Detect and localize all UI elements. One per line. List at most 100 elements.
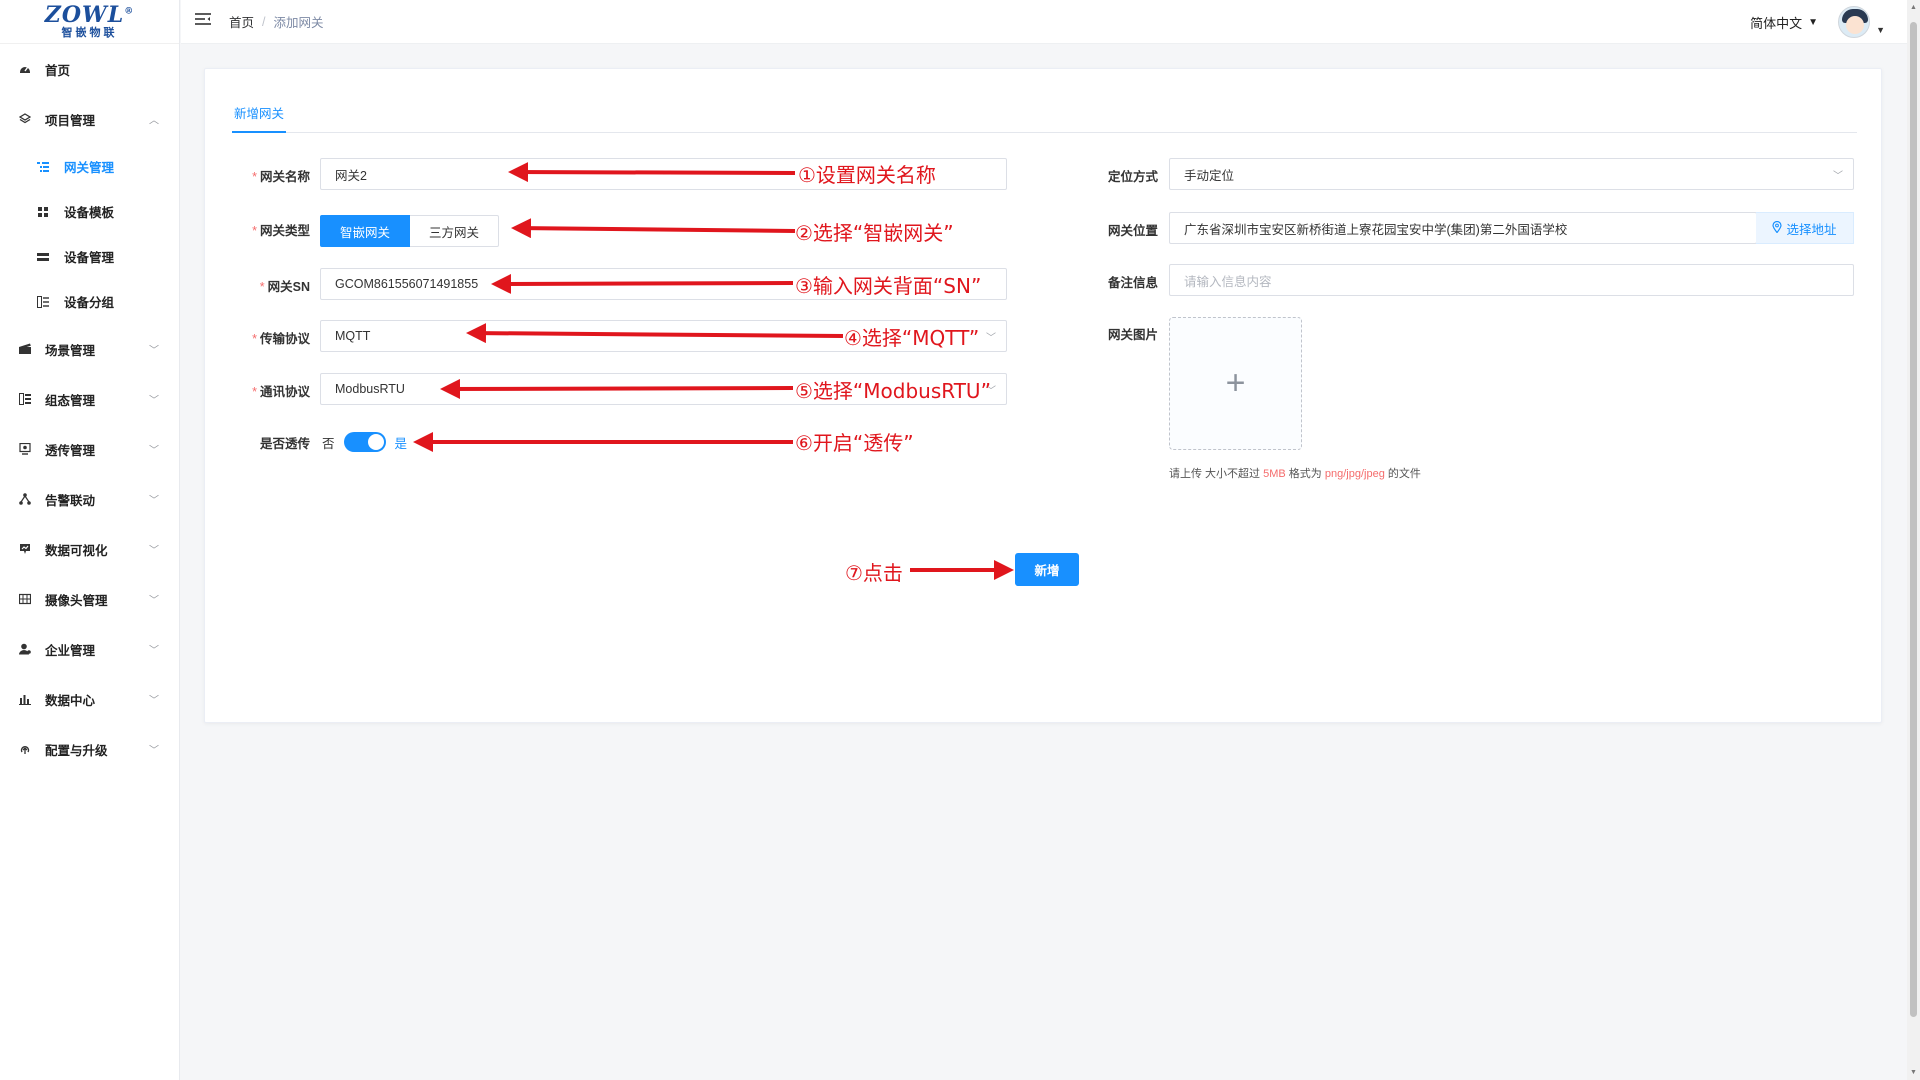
sidebar-item-device-group[interactable]: 设备分组: [0, 279, 179, 324]
image-upload-area[interactable]: +: [1169, 317, 1302, 450]
sidebar-item-label: 设备分组: [64, 296, 115, 310]
plus-icon: +: [1225, 364, 1246, 402]
upgrade-icon: [18, 743, 32, 755]
top-header: 首页 / 添加网关 简体中文 ▼ ▼: [181, 0, 1907, 44]
sidebar-item-config-upgrade[interactable]: 配置与升级 ﹀: [0, 724, 179, 774]
chevron-up-icon: ︿: [149, 115, 159, 127]
sidebar-item-home[interactable]: 首页: [0, 44, 179, 94]
scroll-down-icon[interactable]: ▼: [1910, 1069, 1917, 1076]
sidebar-item-label: 网关管理: [64, 161, 115, 175]
remark-input[interactable]: 请输入信息内容: [1169, 264, 1854, 296]
scene-icon: [18, 343, 32, 355]
transport-protocol-value: MQTT: [335, 329, 371, 343]
tab-add-gateway[interactable]: 新增网关: [232, 105, 287, 133]
sidebar-item-label: 摄像头管理: [45, 593, 108, 608]
company-icon: [18, 643, 32, 655]
gateway-type-zhiqian-button[interactable]: 智嵌网关: [320, 215, 411, 247]
gateway-name-label: * 网关名称: [240, 166, 310, 185]
app-root: ZOWL® 智嵌物联 首页 项目管理 ︿ 网关管理 设备模板 设备管理 设备分组…: [0, 0, 1920, 1080]
upload-tip-text: 的文件: [1384, 468, 1421, 480]
page-scrollbar[interactable]: ▲ ▼: [1907, 0, 1920, 1080]
passthrough-label: 是否透传: [259, 437, 310, 451]
chevron-down-icon: ﹀: [149, 695, 159, 707]
caret-down-icon: ▼: [1808, 16, 1819, 28]
required-mark: *: [252, 224, 257, 238]
tab-bar: 新增网关: [232, 105, 1857, 133]
data-center-icon: [18, 693, 32, 705]
sidebar-item-config-management[interactable]: 组态管理 ﹀: [0, 374, 179, 424]
avatar-face: [1846, 16, 1865, 34]
chevron-down-icon: ﹀: [149, 545, 159, 557]
annotation-step-7: ⑦点击: [845, 561, 903, 585]
comm-protocol-value: ModbusRTU: [335, 382, 405, 396]
required-mark: *: [252, 170, 257, 184]
annotation-step-6: ⑥开启“透传”: [795, 431, 914, 455]
sidebar-item-data-visualization[interactable]: 数据可视化 ﹀: [0, 524, 179, 574]
select-address-button[interactable]: 选择地址: [1756, 212, 1854, 244]
chevron-down-icon: ﹀: [149, 445, 159, 457]
passthrough-on-label[interactable]: 是: [395, 433, 408, 452]
gateway-type-toggle: 智嵌网关 三方网关: [320, 215, 500, 247]
gateway-type-label-text: 网关类型: [259, 224, 310, 238]
sidebar-item-data-center[interactable]: 数据中心 ﹀: [0, 674, 179, 724]
gateway-type-third-party-button[interactable]: 三方网关: [410, 215, 500, 247]
switch-knob: [367, 434, 384, 450]
avatar[interactable]: [1838, 6, 1871, 38]
sidebar-item-project-management[interactable]: 项目管理 ︿: [0, 94, 179, 144]
language-selector[interactable]: 简体中文 ▼: [1750, 13, 1818, 32]
required-mark: *: [252, 385, 257, 399]
location-pin-icon: [1772, 220, 1783, 236]
sidebar-item-label: 设备管理: [64, 251, 115, 265]
scrollbar-thumb[interactable]: [1910, 22, 1917, 1017]
sidebar-item-label: 数据可视化: [45, 543, 108, 558]
dashboard-icon: [18, 63, 32, 75]
layers-icon: [18, 113, 32, 125]
sidebar-item-label: 透传管理: [45, 443, 96, 458]
language-label: 简体中文: [1750, 15, 1803, 31]
remark-label: 备注信息: [1107, 276, 1158, 290]
sidebar-item-camera-management[interactable]: 摄像头管理 ﹀: [0, 574, 179, 624]
sidebar-item-device-template[interactable]: 设备模板: [0, 189, 179, 234]
sidebar-item-alarm-linkage[interactable]: 告警联动 ﹀: [0, 474, 179, 524]
gateway-type-label: * 网关类型: [240, 220, 310, 239]
upload-tip-text: 请上传 大小不超过: [1169, 468, 1264, 480]
device-icon: [36, 251, 50, 263]
locate-method-value: 手动定位: [1184, 168, 1235, 183]
passthrough-switch[interactable]: [343, 432, 386, 452]
sidebar-item-device-management[interactable]: 设备管理: [0, 234, 179, 279]
sidebar: ZOWL® 智嵌物联 首页 项目管理 ︿ 网关管理 设备模板 设备管理 设备分组…: [0, 0, 180, 1080]
sidebar-item-company-management[interactable]: 企业管理 ﹀: [0, 624, 179, 674]
gateway-location-input[interactable]: 广东省深圳市宝安区新桥街道上寮花园宝安中学(集团)第二外国语学校: [1169, 212, 1757, 244]
avatar-caret-icon[interactable]: ▼: [1876, 25, 1885, 35]
annotation-step-1: ①设置网关名称: [798, 163, 936, 187]
menu-toggle-icon[interactable]: [195, 12, 213, 31]
brand-logo[interactable]: ZOWL® 智嵌物联: [0, 0, 179, 44]
submit-add-button[interactable]: 新增: [1015, 553, 1079, 586]
sidebar-item-label: 场景管理: [45, 343, 96, 358]
sidebar-item-scene-management[interactable]: 场景管理 ﹀: [0, 324, 179, 374]
camera-icon: [18, 593, 32, 605]
passthrough-icon: [18, 443, 32, 455]
chevron-down-icon: ﹀: [986, 332, 996, 344]
sidebar-item-label: 数据中心: [45, 693, 96, 708]
breadcrumb-separator: /: [262, 14, 266, 29]
logo-wordmark-text: ZOWL: [44, 2, 125, 28]
sidebar-item-label: 设备模板: [64, 206, 115, 220]
sidebar-item-gateway-management[interactable]: 网关管理: [0, 144, 179, 189]
scroll-up-icon[interactable]: ▲: [1910, 4, 1917, 11]
breadcrumb: 首页 / 添加网关: [229, 12, 324, 31]
sidebar-item-passthrough-management[interactable]: 透传管理 ﹀: [0, 424, 179, 474]
chevron-down-icon: ﹀: [149, 395, 159, 407]
annotation-step-4: ④选择“MQTT”: [844, 326, 980, 350]
passthrough-off-label[interactable]: 否: [322, 433, 335, 452]
gateway-list-icon: [36, 161, 50, 173]
locate-method-select[interactable]: 手动定位 ﹀: [1169, 158, 1854, 190]
sidebar-item-label: 企业管理: [45, 643, 96, 658]
annotation-step-2: ②选择“智嵌网关”: [795, 221, 954, 245]
sidebar-item-label: 项目管理: [45, 113, 96, 128]
annotation-step-5: ⑤选择“ModbusRTU”: [795, 379, 991, 403]
chevron-down-icon: ﹀: [149, 345, 159, 357]
annotation-step-3: ③输入网关背面“SN”: [795, 274, 982, 298]
breadcrumb-home[interactable]: 首页: [229, 12, 254, 31]
group-icon: [36, 295, 50, 308]
